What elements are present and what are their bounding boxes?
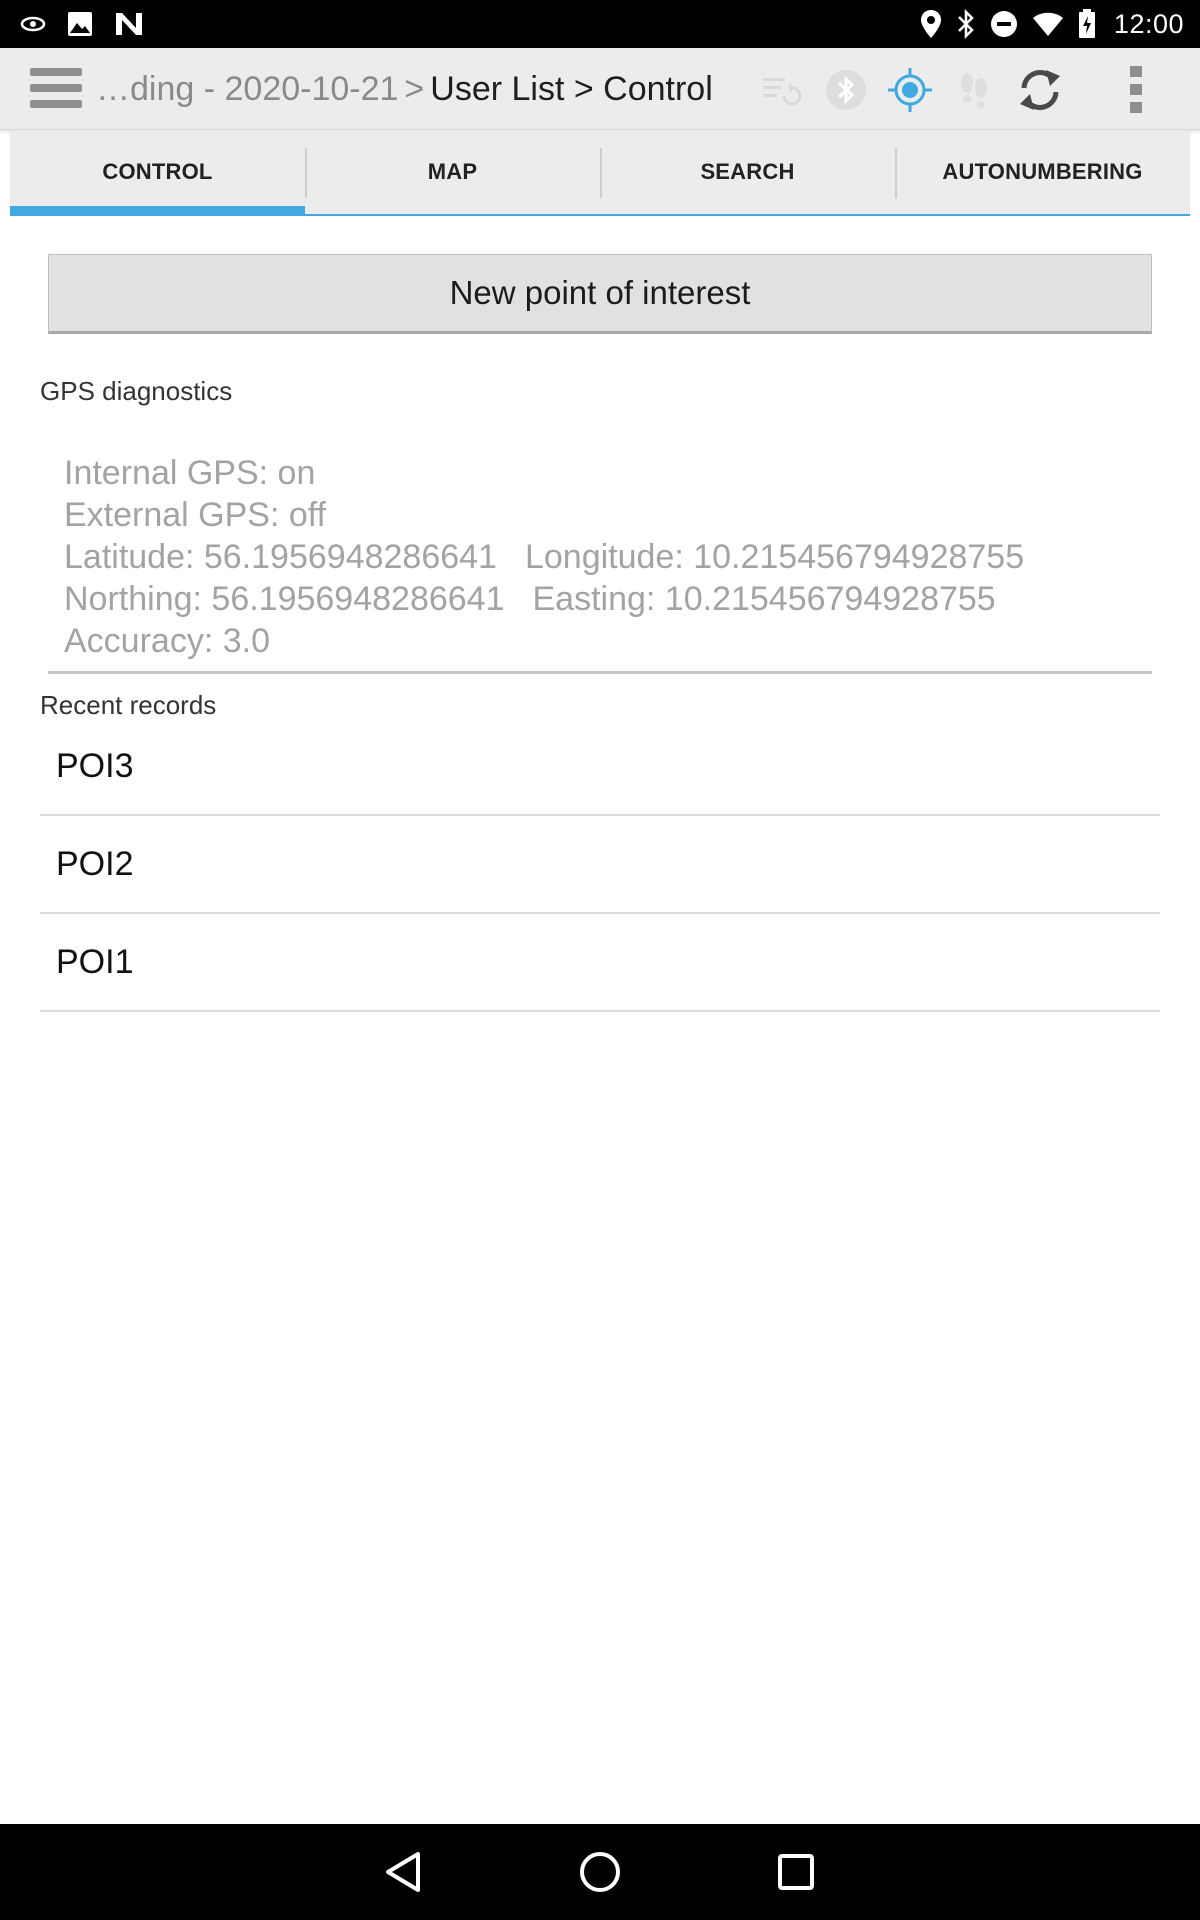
recent-records-label: Recent records	[40, 690, 217, 720]
n-logo-icon	[114, 11, 144, 37]
easting-value: Easting: 10.215456794928755	[532, 580, 996, 618]
accuracy-value: Accuracy: 3.0	[64, 622, 270, 660]
northing-value: Northing: 56.1956948286641	[64, 580, 505, 618]
northing-easting-line: Northing: 56.1956948286641 Easting: 10.21…	[64, 578, 1136, 620]
gps-target-icon[interactable]	[886, 66, 934, 114]
battery-icon	[1078, 9, 1096, 39]
tab-search[interactable]: SEARCH	[600, 130, 895, 216]
tab-map[interactable]: MAP	[305, 130, 600, 216]
action-bar: …ding - 2020-10-21 > User List > Control	[0, 48, 1200, 130]
overflow-menu-icon[interactable]	[1112, 66, 1160, 114]
lat-long-line: Latitude: 56.1956948286641 Longitude: 10.…	[64, 536, 1136, 578]
new-point-of-interest-button[interactable]: New point of interest	[48, 254, 1152, 334]
gps-diagnostics-label: GPS diagnostics	[40, 376, 233, 406]
tab-autonumbering[interactable]: AUTONUMBERING	[895, 130, 1190, 216]
breadcrumb[interactable]: …ding - 2020-10-21 > User List > Control	[96, 68, 713, 110]
tab-control[interactable]: CONTROL	[10, 130, 305, 216]
breadcrumb-current: User List > Control	[430, 70, 713, 108]
clock: 12:00	[1113, 8, 1184, 39]
tab-bar: CONTROL MAP SEARCH AUTONUMBERING	[10, 130, 1190, 216]
status-bar: 12:00	[0, 0, 1200, 48]
list-item[interactable]: POI3	[40, 718, 1160, 816]
do-not-disturb-icon	[990, 10, 1018, 38]
refresh-icon[interactable]	[1016, 66, 1064, 114]
longitude-value: Longitude: 10.215456794928755	[524, 538, 1025, 576]
list-item[interactable]: POI2	[40, 816, 1160, 914]
bluetooth-icon[interactable]	[822, 66, 870, 114]
vision-icon	[20, 14, 46, 34]
footsteps-icon[interactable]	[950, 66, 998, 114]
gps-diagnostics-field: Internal GPS: on External GPS: off Latit…	[48, 452, 1152, 674]
sync-list-icon[interactable]	[758, 66, 806, 114]
image-icon	[66, 10, 94, 38]
control-panel: New point of interest GPS diagnostics In…	[10, 216, 1190, 1824]
breadcrumb-separator: >	[404, 70, 425, 108]
breadcrumb-prefix: …ding - 2020-10-21	[96, 70, 399, 108]
external-gps-status: External GPS: off	[64, 496, 327, 534]
bluetooth-icon	[956, 9, 976, 39]
location-pin-icon	[920, 9, 942, 39]
menu-button[interactable]	[30, 68, 82, 110]
internal-gps-status: Internal GPS: on	[64, 454, 316, 492]
navigation-bar	[0, 1824, 1200, 1920]
back-icon[interactable]	[380, 1848, 428, 1896]
screen: 12:00 …ding - 2020-10-21 > User List > Con…	[0, 0, 1200, 1920]
wifi-icon	[1032, 11, 1064, 37]
recents-icon[interactable]	[772, 1848, 820, 1896]
latitude-value: Latitude: 56.1956948286641	[64, 538, 497, 576]
list-item[interactable]: POI1	[40, 914, 1160, 1012]
home-icon[interactable]	[576, 1848, 624, 1896]
recent-records-list: POI3 POI2 POI1	[40, 718, 1160, 1012]
